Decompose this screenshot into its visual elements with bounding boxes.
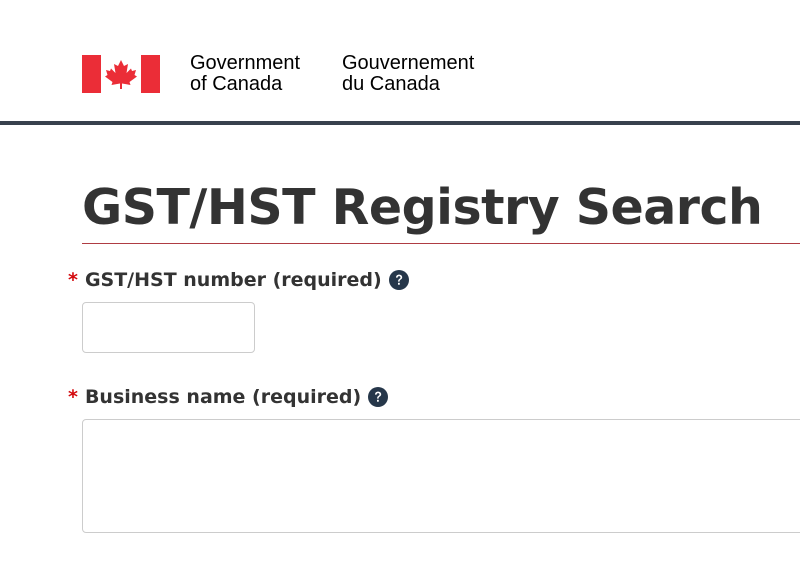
canada-flag-icon[interactable] — [82, 55, 160, 93]
wordmark-en-line1: Government — [190, 52, 301, 74]
wordmark-fr-line1: Gouvernement — [342, 52, 475, 74]
wordmark-en-line2: of Canada — [190, 73, 283, 95]
government-of-canada-wordmark[interactable]: Government of Canada — [190, 53, 300, 95]
required-marker: * — [68, 386, 78, 408]
gst-number-input[interactable] — [82, 302, 255, 353]
header-divider — [0, 121, 800, 125]
business-name-input[interactable] — [82, 419, 800, 533]
gouvernement-du-canada-wordmark[interactable]: Gouvernement du Canada — [342, 53, 474, 95]
business-name-label-text: Business name (required) — [84, 386, 362, 408]
page-title: GST/HST Registry Search — [82, 179, 763, 236]
question-circle-icon[interactable] — [388, 270, 409, 290]
gst-number-label: * GST/HST number (required) — [68, 268, 409, 292]
question-circle-icon[interactable] — [368, 387, 389, 407]
business-name-label: * Business name (required) — [68, 385, 389, 409]
wordmark-fr-line2: du Canada — [342, 73, 440, 95]
required-marker: * — [68, 269, 78, 291]
site-header: Government of Canada Gouvernement du Can… — [0, 0, 800, 122]
title-underline — [82, 243, 800, 244]
gst-number-label-text: GST/HST number (required) — [84, 269, 382, 291]
